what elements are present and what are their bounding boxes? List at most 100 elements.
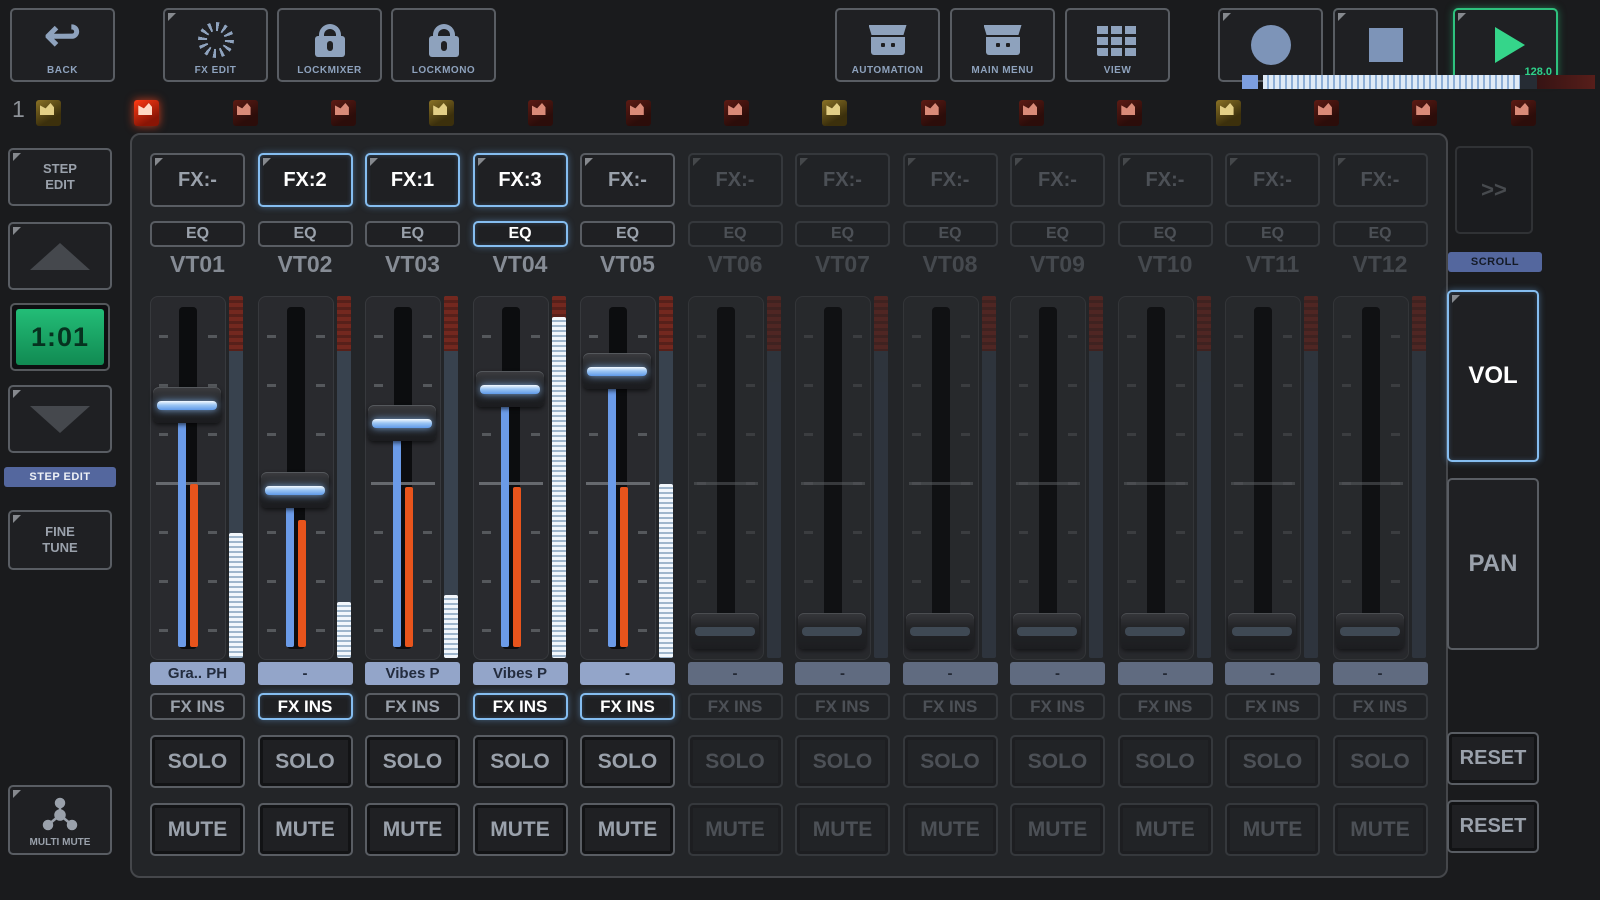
multi-mute-button[interactable]: MULTI MUTE xyxy=(8,785,112,855)
mute-button[interactable]: MUTE xyxy=(365,803,460,856)
pad-indicator[interactable] xyxy=(331,100,356,126)
mute-button[interactable]: MUTE xyxy=(258,803,353,856)
mute-button[interactable]: MUTE xyxy=(580,803,675,856)
fx-ins-button[interactable]: FX INS xyxy=(580,693,675,720)
fader-handle[interactable] xyxy=(368,405,436,441)
volume-fader[interactable] xyxy=(258,296,334,660)
fader-handle[interactable] xyxy=(906,613,974,649)
fx-ins-button[interactable]: FX INS xyxy=(1118,693,1213,720)
volume-fader[interactable] xyxy=(1333,296,1409,660)
solo-button[interactable]: SOLO xyxy=(1010,735,1105,788)
step-edit-button[interactable]: STEP EDIT xyxy=(8,148,112,206)
pad-indicator[interactable] xyxy=(1412,100,1437,126)
volume-fader[interactable] xyxy=(1010,296,1086,660)
eq-button[interactable]: EQ xyxy=(258,221,353,247)
mute-button[interactable]: MUTE xyxy=(903,803,998,856)
solo-button[interactable]: SOLO xyxy=(903,735,998,788)
volume-fader[interactable] xyxy=(795,296,871,660)
fader-handle[interactable] xyxy=(691,613,759,649)
fx-slot-button[interactable]: FX:- xyxy=(1118,153,1213,207)
lockmono-button[interactable]: LOCKMONO xyxy=(391,8,496,82)
solo-button[interactable]: SOLO xyxy=(150,735,245,788)
back-button[interactable]: ↩ BACK xyxy=(10,8,115,82)
fx-slot-button[interactable]: FX:2 xyxy=(258,153,353,207)
automation-button[interactable]: AUTOMATION xyxy=(835,8,940,82)
fx-ins-button[interactable]: FX INS xyxy=(1333,693,1428,720)
sample-name[interactable]: - xyxy=(1333,662,1428,685)
fx-slot-button[interactable]: FX:- xyxy=(1225,153,1320,207)
fx-slot-button[interactable]: FX:- xyxy=(688,153,783,207)
pad-indicator[interactable] xyxy=(822,100,847,126)
pad-indicator[interactable] xyxy=(134,100,159,126)
fx-ins-button[interactable]: FX INS xyxy=(258,693,353,720)
volume-fader[interactable] xyxy=(150,296,226,660)
record-button[interactable] xyxy=(1218,8,1323,82)
fx-slot-button[interactable]: FX:- xyxy=(150,153,245,207)
fine-tune-button[interactable]: FINE TUNE xyxy=(8,510,112,570)
eq-button[interactable]: EQ xyxy=(365,221,460,247)
fx-ins-button[interactable]: FX INS xyxy=(795,693,890,720)
mute-button[interactable]: MUTE xyxy=(1118,803,1213,856)
solo-button[interactable]: SOLO xyxy=(1225,735,1320,788)
solo-button[interactable]: SOLO xyxy=(688,735,783,788)
mute-button[interactable]: MUTE xyxy=(1225,803,1320,856)
fader-handle[interactable] xyxy=(1336,613,1404,649)
sample-name[interactable]: - xyxy=(903,662,998,685)
fx-slot-button[interactable]: FX:3 xyxy=(473,153,568,207)
mute-button[interactable]: MUTE xyxy=(1010,803,1105,856)
pad-indicator[interactable] xyxy=(528,100,553,126)
volume-fader[interactable] xyxy=(473,296,549,660)
pad-indicator[interactable] xyxy=(233,100,258,126)
volume-fader[interactable] xyxy=(1118,296,1194,660)
volume-fader[interactable] xyxy=(688,296,764,660)
fx-ins-button[interactable]: FX INS xyxy=(365,693,460,720)
solo-button[interactable]: SOLO xyxy=(580,735,675,788)
pad-indicator[interactable] xyxy=(1511,100,1536,126)
fx-ins-button[interactable]: FX INS xyxy=(688,693,783,720)
step-up-button[interactable] xyxy=(8,222,112,290)
solo-button[interactable]: SOLO xyxy=(365,735,460,788)
eq-button[interactable]: EQ xyxy=(1118,221,1213,247)
eq-button[interactable]: EQ xyxy=(795,221,890,247)
mute-button[interactable]: MUTE xyxy=(688,803,783,856)
eq-button[interactable]: EQ xyxy=(1225,221,1320,247)
sample-name[interactable]: - xyxy=(1010,662,1105,685)
mute-button[interactable]: MUTE xyxy=(795,803,890,856)
fader-handle[interactable] xyxy=(1228,613,1296,649)
fader-handle[interactable] xyxy=(153,387,221,423)
pan-mode-button[interactable]: PAN xyxy=(1447,478,1539,650)
fx-edit-button[interactable]: FX EDIT xyxy=(163,8,268,82)
eq-button[interactable]: EQ xyxy=(688,221,783,247)
sample-name[interactable]: - xyxy=(580,662,675,685)
pad-indicator[interactable] xyxy=(1117,100,1142,126)
sample-name[interactable]: - xyxy=(795,662,890,685)
volume-fader[interactable] xyxy=(1225,296,1301,660)
scroll-right-button[interactable]: >> xyxy=(1455,146,1533,234)
fader-handle[interactable] xyxy=(583,353,651,389)
lockmixer-button[interactable]: LOCKMIXER xyxy=(277,8,382,82)
fx-ins-button[interactable]: FX INS xyxy=(1225,693,1320,720)
fx-ins-button[interactable]: FX INS xyxy=(903,693,998,720)
reset-solo-button[interactable]: RESET xyxy=(1447,732,1539,785)
reset-mute-button[interactable]: RESET xyxy=(1447,800,1539,853)
fx-slot-button[interactable]: FX:- xyxy=(580,153,675,207)
vol-mode-button[interactable]: VOL xyxy=(1447,290,1539,462)
fx-slot-button[interactable]: FX:- xyxy=(795,153,890,207)
eq-button[interactable]: EQ xyxy=(1333,221,1428,247)
pad-indicator[interactable] xyxy=(724,100,749,126)
play-button[interactable]: 128.0 xyxy=(1453,8,1558,82)
fader-handle[interactable] xyxy=(798,613,866,649)
eq-button[interactable]: EQ xyxy=(150,221,245,247)
pad-indicator[interactable] xyxy=(36,100,61,126)
eq-button[interactable]: EQ xyxy=(580,221,675,247)
sample-name[interactable]: - xyxy=(258,662,353,685)
sample-name[interactable]: Gra.. PH xyxy=(150,662,245,685)
pad-indicator[interactable] xyxy=(1019,100,1044,126)
mute-button[interactable]: MUTE xyxy=(473,803,568,856)
fx-slot-button[interactable]: FX:- xyxy=(1333,153,1428,207)
pad-indicator[interactable] xyxy=(626,100,651,126)
solo-button[interactable]: SOLO xyxy=(1333,735,1428,788)
mute-button[interactable]: MUTE xyxy=(150,803,245,856)
fader-handle[interactable] xyxy=(1013,613,1081,649)
volume-fader[interactable] xyxy=(903,296,979,660)
